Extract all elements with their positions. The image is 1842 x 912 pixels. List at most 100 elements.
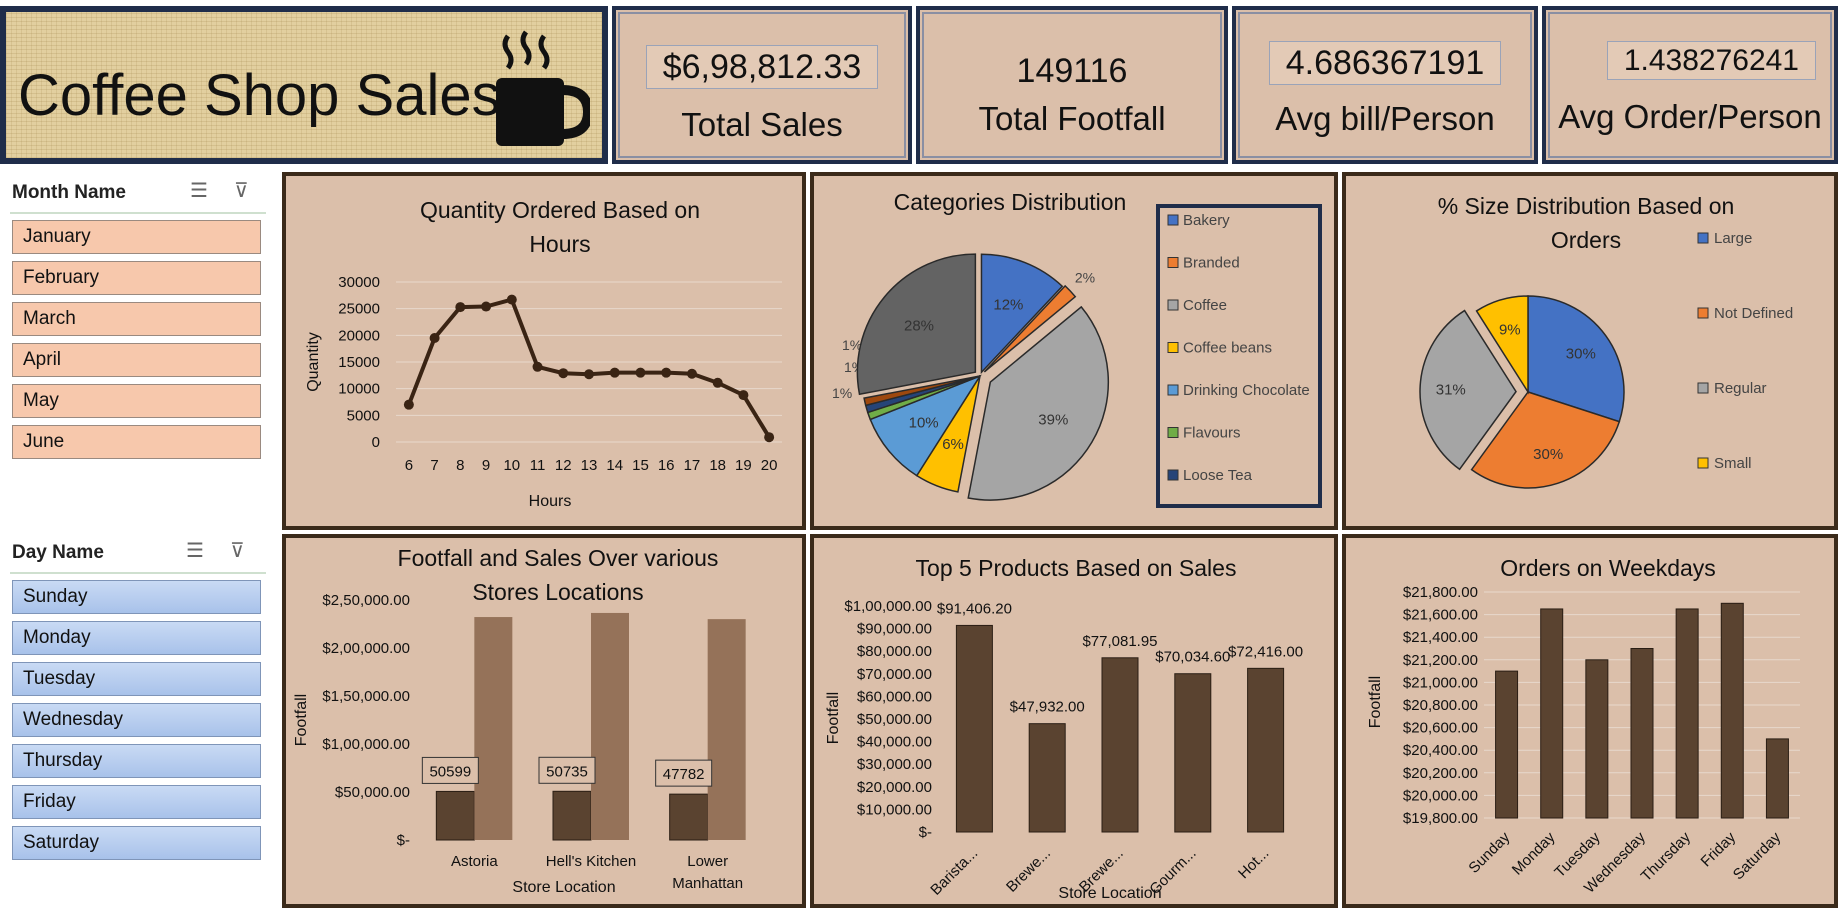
clear-filter-icon[interactable]: ⊽ [230,538,245,563]
slicer-item-march[interactable]: March [12,302,261,336]
x-axis-label: Store Location [512,879,615,896]
bar-sales [474,617,513,840]
legend-swatch [1697,457,1709,469]
data-point [712,377,723,388]
bar [955,624,993,833]
x-tick-label: 17 [684,457,701,474]
kpi-value: 1.438276241 [1606,41,1816,80]
bar [1495,670,1519,819]
slicer-title: Month Name [12,182,126,203]
slicer-item-wednesday[interactable]: Wednesday [12,703,261,737]
legend-swatch [1697,307,1709,319]
bar [1247,667,1285,833]
weekdays-bar-chart: Orders on Weekdays $19,800.00 $20,000.00 $2… [1367,555,1800,897]
products-bar-chart: Top 5 Products Based on Sales $- $10,000.0… [825,555,1303,902]
y-tick-label: $40,000.00 [857,734,932,751]
bar [1028,723,1066,833]
bar-sales [707,619,746,840]
data-label: $47,932.00 [1010,699,1085,716]
data-label: 1% [832,385,852,401]
panel-stores: Footfall and Sales Over various Stores Lo… [282,534,806,908]
x-tick-label: Astoria [451,853,498,870]
y-tick-label: $80,000.00 [857,643,932,660]
slicer-item-may[interactable]: May [12,384,261,418]
y-axis-label: Footfall [293,694,310,746]
legend-swatch [1697,232,1709,244]
chart-title: Top 5 Products Based on Sales [916,555,1237,581]
data-label: 6% [942,436,964,453]
bar-footfall [669,793,709,841]
x-tick-label: 20 [761,457,778,474]
x-tick-label: Friday [1698,828,1740,870]
panel-weekdays: Orders on Weekdays $19,800.00 $20,000.00 $2… [1342,534,1838,908]
legend-swatch [1167,299,1179,311]
title-box: Coffee Shop Sales [0,6,608,164]
y-tick-label: 15000 [338,354,380,371]
chart-title: Footfall and Sales Over various [398,545,719,571]
x-tick-label: Thursday [1638,828,1695,885]
panel-sizes: % Size Distribution Based on Orders 30% 30%… [1342,172,1838,530]
data-point [686,368,697,379]
legend-swatch [1167,342,1179,353]
slicer-item-january[interactable]: January [12,220,261,254]
legend-label: Coffee [1183,297,1227,314]
data-label: 30% [1533,446,1563,463]
data-point [429,333,440,343]
x-tick-label: 16 [658,457,675,474]
multi-select-icon[interactable]: ☰ [186,538,204,563]
y-tick-label: 5000 [347,407,380,424]
chart-title: % Size Distribution Based on [1438,193,1735,219]
slicer-item-tuesday[interactable]: Tuesday [12,662,261,696]
data-point [661,367,672,378]
bar [1720,602,1744,819]
y-tick-label: $21,000.00 [1403,674,1478,691]
y-tick-label: $2,00,000.00 [322,640,410,657]
data-point [609,367,620,378]
data-label: 28% [904,318,934,335]
slicer-item-june[interactable]: June [12,425,261,459]
x-axis-label: Store Location [1058,885,1161,902]
data-point [403,399,414,410]
slicer-item-april[interactable]: April [12,343,261,377]
bar [1765,738,1789,819]
kpi-label: Avg Order/Person [1558,98,1822,135]
chart-title: Stores Locations [472,579,643,605]
x-tick-label: 8 [456,457,464,474]
data-label: $70,034.60 [1155,649,1230,666]
slicer-item-friday[interactable]: Friday [12,785,261,819]
legend-label: Branded [1183,255,1240,272]
slicer-item-saturday[interactable]: Saturday [12,826,261,860]
data-label: $91,406.20 [937,600,1012,617]
multi-select-icon[interactable]: ☰ [190,178,208,203]
kpi-label: Total Footfall [978,100,1166,137]
slicer-item-february[interactable]: February [12,261,261,295]
clear-filter-icon[interactable]: ⊽ [234,178,249,203]
app-title: Coffee Shop Sales [18,63,501,128]
legend-label: Loose Tea [1183,467,1253,484]
data-label: 12% [993,296,1023,313]
kpi-label: Total Sales [681,106,843,143]
slicer-item-monday[interactable]: Monday [12,621,261,655]
slicer-divider [10,572,266,574]
y-tick-label: $- [919,824,932,841]
slicer-item-sunday[interactable]: Sunday [12,580,261,614]
slicer-item-thursday[interactable]: Thursday [12,744,261,778]
legend-label: Regular [1714,380,1767,397]
data-point [532,361,543,372]
series-line [407,297,771,439]
y-tick-label: $20,400.00 [1403,742,1478,759]
y-tick-label: 0 [372,434,380,451]
legend-label: Large [1714,230,1752,247]
sizes-pie-chart: % Size Distribution Based on Orders 30% 30%… [1419,193,1793,489]
data-label: 39% [1038,411,1068,428]
kpi-value: 149116 [1016,52,1128,90]
bar-sales [591,612,629,840]
kpi-avg-bill: 4.686367191 Avg bill/Person [1232,6,1538,164]
chart-title: Quantity Ordered Based on [420,197,700,223]
chart-title: Orders on Weekdays [1500,555,1716,581]
data-label: 47782 [663,766,705,783]
y-tick-label: $50,000.00 [335,784,410,801]
data-label: 31% [1436,382,1466,399]
data-label: $72,416.00 [1228,643,1303,660]
y-tick-label: $21,200.00 [1403,652,1478,669]
